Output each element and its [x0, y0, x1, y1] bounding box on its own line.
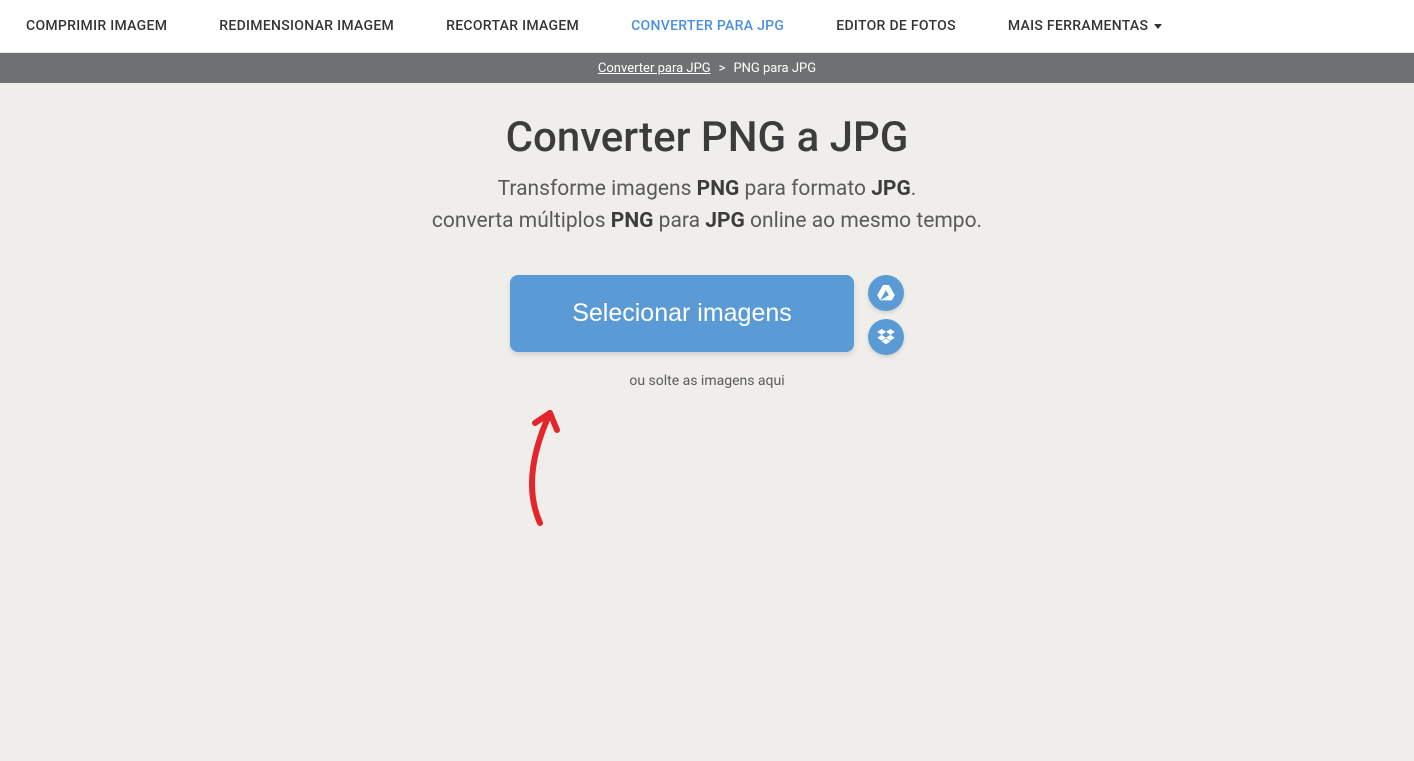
subtitle-line1-bold2: JPG: [871, 177, 911, 201]
subtitle-line1-prefix: Transforme imagens: [498, 177, 697, 201]
subtitle-line2-bold1: PNG: [611, 209, 654, 233]
subtitle-line2-mid: para: [653, 209, 705, 233]
nav-mais-ferramentas[interactable]: MAIS FERRAMENTAS: [982, 18, 1188, 34]
subtitle-line2-prefix: converta múltiplos: [432, 209, 611, 233]
breadcrumb-separator: >: [719, 61, 726, 76]
google-drive-icon: [877, 285, 895, 301]
subtitle-line1-mid: para formato: [739, 177, 871, 201]
subtitle-line1-suffix: .: [911, 177, 917, 201]
subtitle-line2-bold2: JPG: [705, 209, 745, 233]
drop-hint: ou solte as imagens aqui: [0, 373, 1414, 389]
arrow-annotation-icon: [515, 398, 575, 528]
top-nav: COMPRIMIR IMAGEM REDIMENSIONAR IMAGEM RE…: [0, 0, 1414, 53]
nav-editor-fotos[interactable]: EDITOR DE FOTOS: [810, 18, 982, 34]
nav-redimensionar[interactable]: REDIMENSIONAR IMAGEM: [193, 18, 420, 34]
nav-mais-ferramentas-label: MAIS FERRAMENTAS: [1008, 18, 1148, 34]
nav-comprimir[interactable]: COMPRIMIR IMAGEM: [0, 18, 193, 34]
dropbox-button[interactable]: [868, 319, 904, 355]
page-subtitle: Transforme imagens PNG para formato JPG.…: [0, 174, 1414, 237]
nav-converter-jpg[interactable]: CONVERTER PARA JPG: [605, 18, 810, 34]
cloud-buttons: [868, 275, 904, 355]
breadcrumb-link[interactable]: Converter para JPG: [598, 61, 711, 76]
select-images-button[interactable]: Selecionar imagens: [510, 275, 854, 352]
nav-recortar[interactable]: RECORTAR IMAGEM: [420, 18, 605, 34]
main-content: Converter PNG a JPG Transforme imagens P…: [0, 83, 1414, 389]
page-title: Converter PNG a JPG: [0, 113, 1414, 162]
subtitle-line2-suffix: online ao mesmo tempo.: [745, 209, 982, 233]
dropbox-icon: [877, 329, 895, 345]
google-drive-button[interactable]: [868, 275, 904, 311]
caret-down-icon: [1154, 24, 1162, 29]
breadcrumb-current: PNG para JPG: [733, 61, 816, 76]
subtitle-line1-bold1: PNG: [697, 177, 740, 201]
button-row: Selecionar imagens: [0, 275, 1414, 355]
breadcrumb: Converter para JPG > PNG para JPG: [0, 53, 1414, 83]
